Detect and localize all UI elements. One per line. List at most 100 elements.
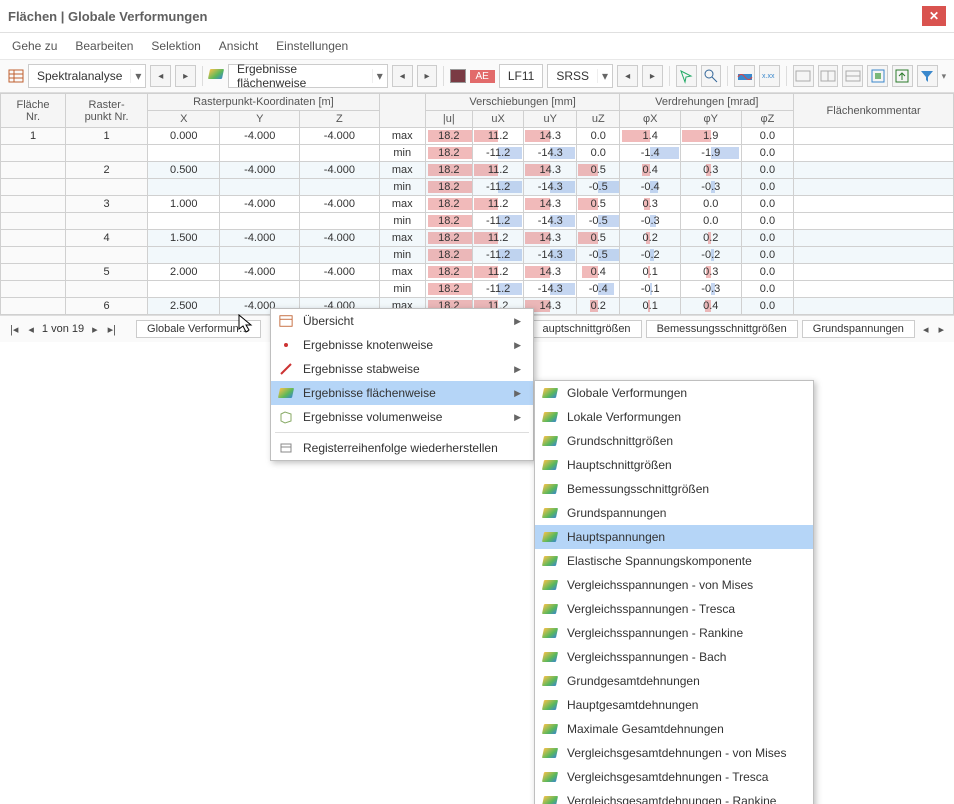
data-cell[interactable]: 0.2 bbox=[577, 298, 620, 315]
data-cell[interactable]: -0.3 bbox=[680, 281, 741, 298]
tool-graph[interactable] bbox=[734, 65, 755, 87]
data-cell[interactable]: 0.0 bbox=[741, 179, 794, 196]
data-cell[interactable] bbox=[1, 281, 66, 298]
submenu-item[interactable]: Vergleichsgesamtdehnungen - Tresca bbox=[535, 765, 813, 789]
data-cell[interactable]: 11.2 bbox=[472, 264, 523, 281]
data-cell[interactable]: max bbox=[379, 128, 425, 145]
data-cell[interactable]: -14.3 bbox=[524, 281, 577, 298]
data-cell[interactable]: 0.4 bbox=[620, 162, 681, 179]
tool-pick[interactable] bbox=[676, 65, 697, 87]
col-ux[interactable]: uX bbox=[472, 111, 523, 128]
col-disp[interactable]: Verschiebungen [mm] bbox=[425, 94, 620, 111]
results-select[interactable]: Ergebnisse flächenweise▾ bbox=[228, 64, 388, 88]
data-cell[interactable]: -11.2 bbox=[472, 145, 523, 162]
data-cell[interactable]: 0.1 bbox=[620, 298, 681, 315]
data-cell[interactable]: max bbox=[379, 196, 425, 213]
data-cell[interactable]: -0.3 bbox=[620, 213, 681, 230]
submenu-item[interactable]: Vergleichsspannungen - Bach bbox=[535, 645, 813, 669]
data-cell[interactable]: max bbox=[379, 162, 425, 179]
data-cell[interactable] bbox=[300, 281, 380, 298]
data-cell[interactable]: 6 bbox=[66, 298, 148, 315]
submenu-item[interactable]: Grundschnittgrößen bbox=[535, 429, 813, 453]
col-z[interactable]: Z bbox=[300, 111, 380, 128]
data-cell[interactable] bbox=[1, 196, 66, 213]
data-cell[interactable]: 1.4 bbox=[620, 128, 681, 145]
ctx-beam[interactable]: Ergebnisse stabweise ▶ bbox=[271, 357, 533, 381]
nav-next[interactable]: ▸ bbox=[90, 323, 100, 336]
data-cell[interactable]: 1.000 bbox=[148, 196, 220, 213]
tool-t3[interactable] bbox=[842, 65, 863, 87]
data-cell[interactable]: 0.0 bbox=[741, 281, 794, 298]
mode-prev[interactable]: ◂ bbox=[150, 65, 171, 87]
filter-dd[interactable]: ▾ bbox=[942, 71, 947, 82]
data-cell[interactable]: -14.3 bbox=[524, 145, 577, 162]
data-cell[interactable]: -0.5 bbox=[577, 213, 620, 230]
data-cell[interactable]: 18.2 bbox=[425, 264, 472, 281]
results-next[interactable]: ▸ bbox=[417, 65, 438, 87]
data-cell[interactable]: 18.2 bbox=[425, 247, 472, 264]
data-cell[interactable]: max bbox=[379, 230, 425, 247]
data-cell[interactable] bbox=[794, 162, 954, 179]
nav-first[interactable]: |◂ bbox=[8, 323, 20, 336]
data-cell[interactable] bbox=[1, 230, 66, 247]
data-cell[interactable]: 18.2 bbox=[425, 128, 472, 145]
data-cell[interactable]: 0.3 bbox=[680, 264, 741, 281]
lc-next[interactable]: ▸ bbox=[642, 65, 663, 87]
col-u[interactable]: |u| bbox=[425, 111, 472, 128]
data-cell[interactable]: min bbox=[379, 145, 425, 162]
submenu-item[interactable]: Hauptschnittgrößen bbox=[535, 453, 813, 477]
data-cell[interactable]: 0.0 bbox=[741, 162, 794, 179]
submenu-item[interactable]: Vergleichsspannungen - Tresca bbox=[535, 597, 813, 621]
data-cell[interactable]: 0.5 bbox=[577, 196, 620, 213]
data-cell[interactable]: -4.000 bbox=[220, 162, 300, 179]
data-cell[interactable] bbox=[300, 247, 380, 264]
col-surface[interactable]: Fläche Nr. bbox=[1, 94, 66, 128]
data-cell[interactable] bbox=[794, 264, 954, 281]
data-cell[interactable]: 0.0 bbox=[741, 264, 794, 281]
close-button[interactable]: ✕ bbox=[922, 6, 946, 26]
data-cell[interactable]: 11.2 bbox=[472, 128, 523, 145]
data-cell[interactable] bbox=[794, 213, 954, 230]
tool-export[interactable] bbox=[892, 65, 913, 87]
data-cell[interactable] bbox=[1, 264, 66, 281]
menu-selection[interactable]: Selektion bbox=[151, 39, 200, 53]
tool-t4[interactable] bbox=[867, 65, 888, 87]
data-cell[interactable] bbox=[66, 179, 148, 196]
ctx-surface[interactable]: Ergebnisse flächenweise ▶ bbox=[271, 381, 533, 405]
data-cell[interactable]: 0.0 bbox=[741, 145, 794, 162]
submenu-item[interactable]: Hauptspannungen bbox=[535, 525, 813, 549]
data-cell[interactable]: -4.000 bbox=[300, 230, 380, 247]
data-cell[interactable]: -0.5 bbox=[577, 179, 620, 196]
data-cell[interactable]: 0.0 bbox=[577, 145, 620, 162]
data-cell[interactable]: 0.0 bbox=[680, 196, 741, 213]
data-cell[interactable] bbox=[148, 281, 220, 298]
tool-t2[interactable] bbox=[818, 65, 839, 87]
data-cell[interactable] bbox=[794, 230, 954, 247]
data-cell[interactable]: -4.000 bbox=[300, 196, 380, 213]
tool-t1[interactable] bbox=[793, 65, 814, 87]
mode-select[interactable]: Spektralanalyse▾ bbox=[28, 64, 146, 88]
data-cell[interactable]: -4.000 bbox=[300, 128, 380, 145]
ctx-restore[interactable]: Registerreihenfolge wiederherstellen bbox=[271, 436, 533, 460]
tool-filter[interactable] bbox=[917, 65, 938, 87]
submenu-item[interactable]: Vergleichsgesamtdehnungen - von Mises bbox=[535, 741, 813, 765]
data-cell[interactable]: 14.3 bbox=[524, 162, 577, 179]
data-cell[interactable]: 0.500 bbox=[148, 162, 220, 179]
data-cell[interactable]: -11.2 bbox=[472, 281, 523, 298]
col-uz[interactable]: uZ bbox=[577, 111, 620, 128]
data-cell[interactable]: 18.2 bbox=[425, 213, 472, 230]
data-cell[interactable]: 14.3 bbox=[524, 196, 577, 213]
data-cell[interactable]: 1 bbox=[66, 128, 148, 145]
data-cell[interactable]: -14.3 bbox=[524, 247, 577, 264]
data-cell[interactable]: -0.4 bbox=[577, 281, 620, 298]
data-cell[interactable] bbox=[66, 247, 148, 264]
data-cell[interactable]: -4.000 bbox=[300, 264, 380, 281]
data-cell[interactable]: 0.0 bbox=[741, 213, 794, 230]
data-cell[interactable] bbox=[794, 247, 954, 264]
data-cell[interactable] bbox=[1, 298, 66, 315]
data-cell[interactable]: -0.2 bbox=[680, 247, 741, 264]
data-cell[interactable]: 0.2 bbox=[680, 230, 741, 247]
data-cell[interactable]: 0.1 bbox=[620, 264, 681, 281]
data-cell[interactable] bbox=[1, 213, 66, 230]
col-phx[interactable]: φX bbox=[620, 111, 681, 128]
